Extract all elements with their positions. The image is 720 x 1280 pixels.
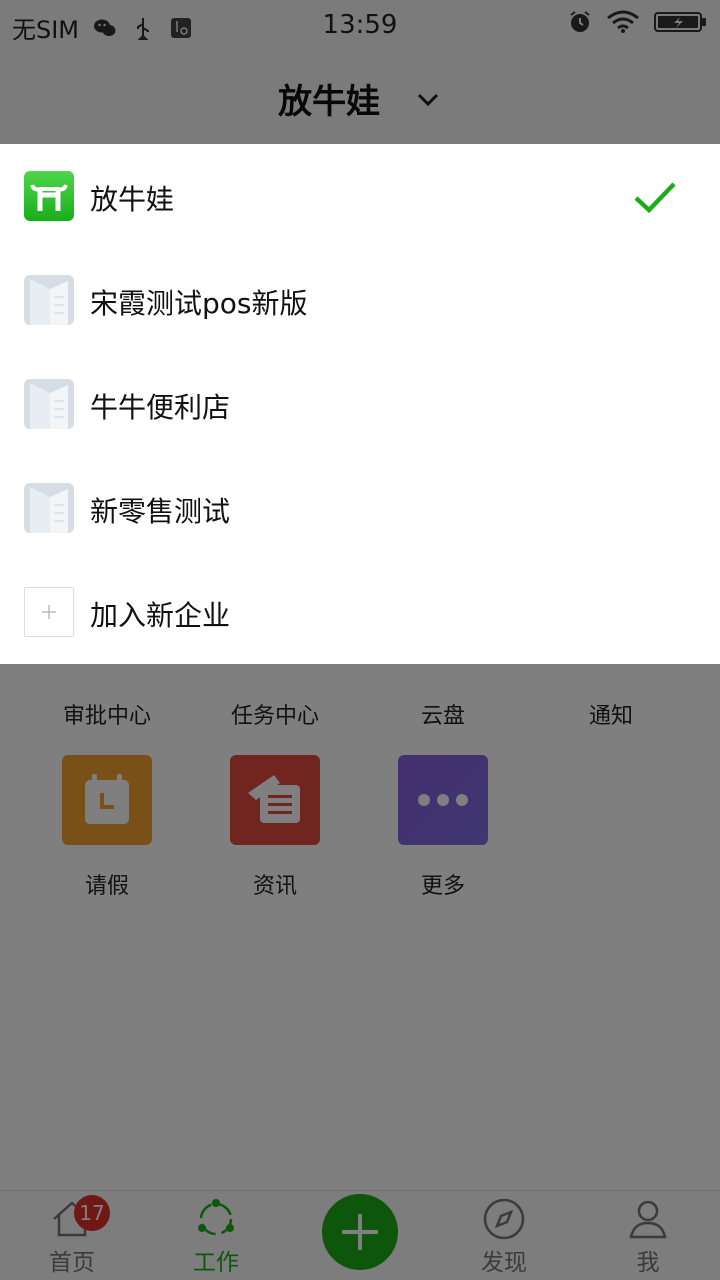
checkmark-icon bbox=[634, 182, 676, 214]
company-item-xinlingshou[interactable]: 新零售测试 bbox=[0, 456, 720, 560]
fangniuwa-logo-icon bbox=[24, 171, 74, 221]
company-name: 宋霞测试pos新版 bbox=[90, 287, 308, 320]
company-name: 新零售测试 bbox=[90, 495, 231, 528]
join-company-label: 加入新企业 bbox=[90, 599, 231, 632]
building-icon bbox=[24, 379, 74, 429]
company-name: 牛牛便利店 bbox=[90, 391, 231, 424]
join-company-item[interactable]: 加入新企业 bbox=[0, 560, 720, 664]
company-item-niuniu[interactable]: 牛牛便利店 bbox=[0, 352, 720, 456]
company-item-fangniuwa[interactable]: 放牛娃 bbox=[0, 144, 720, 248]
plus-icon bbox=[24, 587, 74, 637]
company-name: 放牛娃 bbox=[90, 183, 175, 216]
company-dropdown: 放牛娃 宋霞测试pos新版 牛牛便利店 新零售测试 加入新企业 bbox=[0, 144, 720, 664]
building-icon bbox=[24, 483, 74, 533]
building-icon bbox=[24, 275, 74, 325]
company-item-songxia[interactable]: 宋霞测试pos新版 bbox=[0, 248, 720, 352]
